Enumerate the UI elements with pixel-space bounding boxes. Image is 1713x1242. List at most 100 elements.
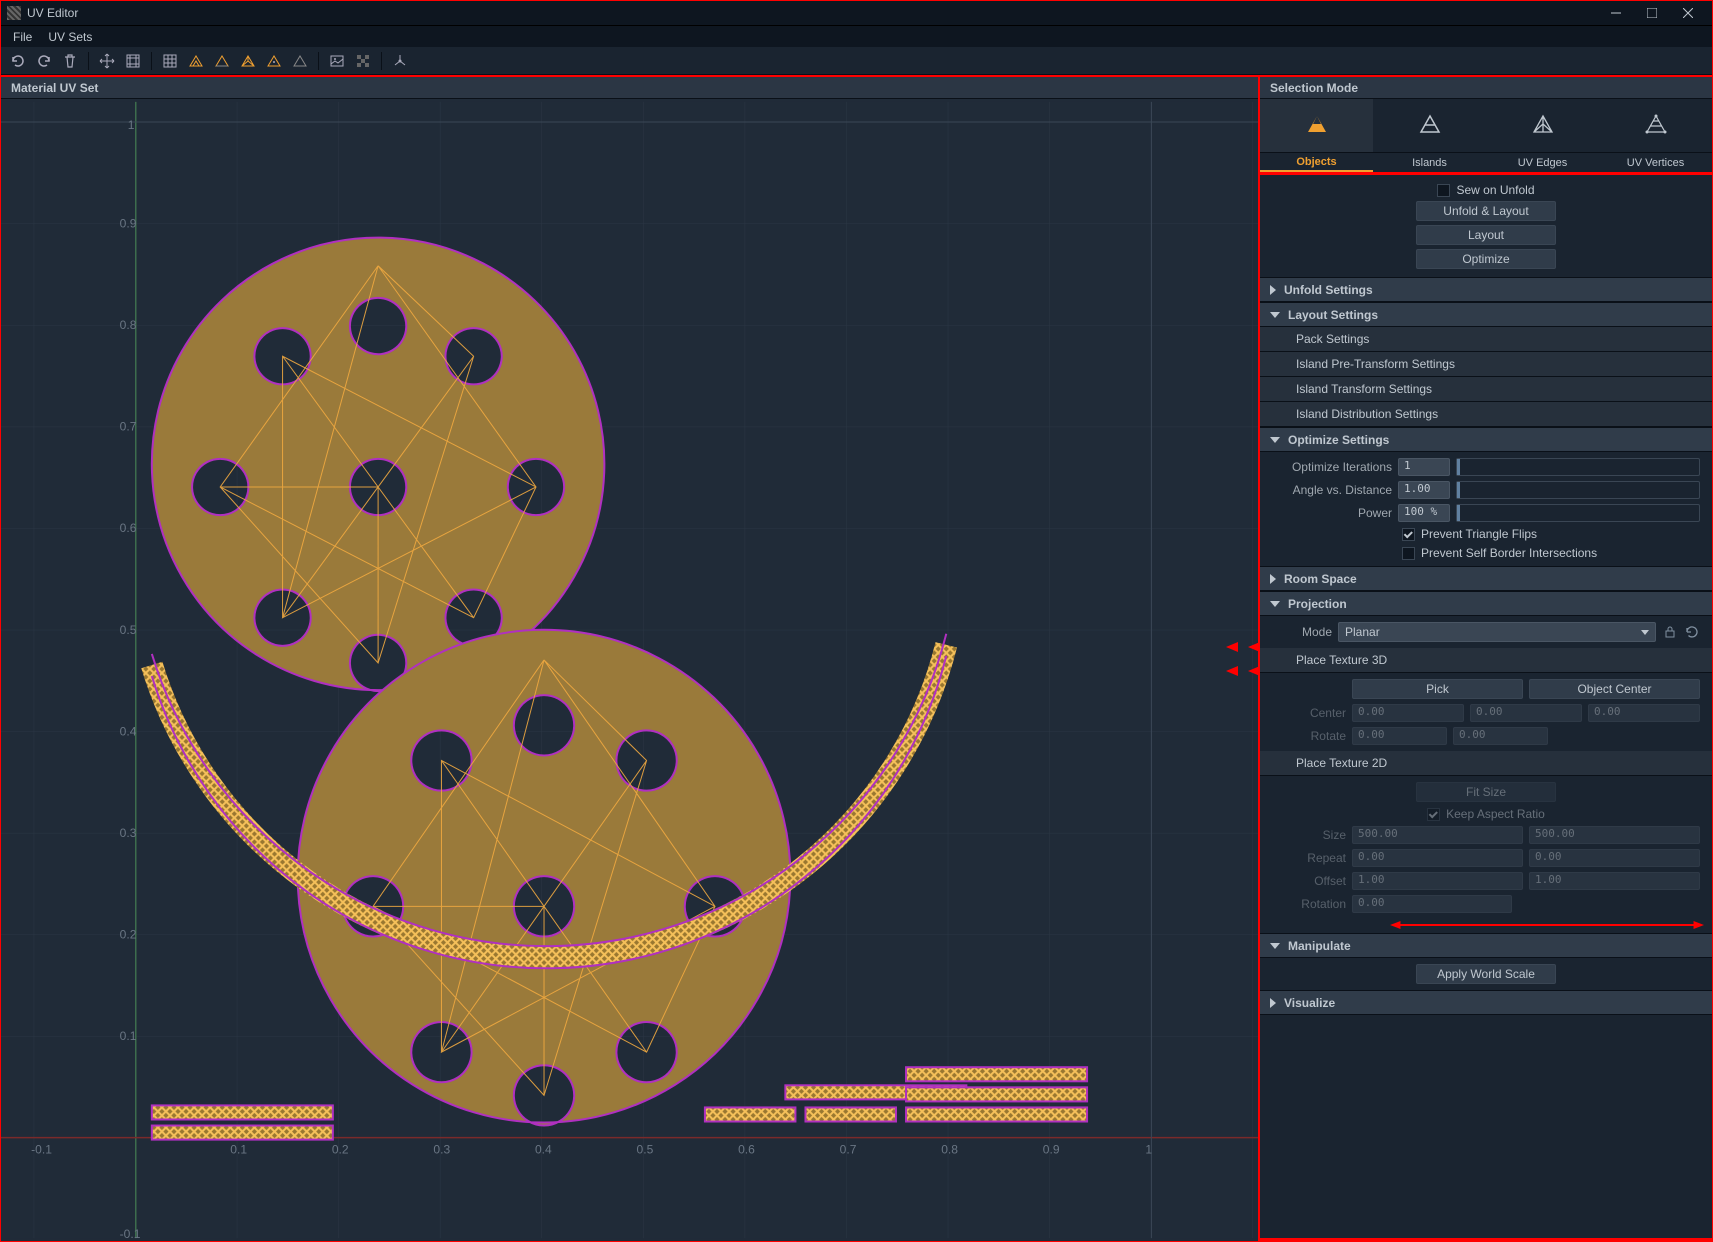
offset-label: Offset	[1272, 874, 1346, 888]
frame-tool[interactable]	[122, 50, 144, 72]
keep-aspect-checkbox[interactable]	[1427, 808, 1440, 821]
svg-text:0.5: 0.5	[120, 623, 137, 637]
power-label: Power	[1272, 506, 1392, 520]
repeat-y-input[interactable]: 0.00	[1529, 849, 1700, 867]
reset-icon[interactable]	[1684, 624, 1700, 640]
offset-y-input[interactable]: 1.00	[1529, 872, 1700, 890]
annotation-arrow	[1390, 919, 1704, 929]
projection-header[interactable]: Projection	[1260, 591, 1712, 616]
svg-text:1: 1	[1145, 1143, 1152, 1157]
divider-handles[interactable]	[1220, 640, 1262, 678]
sew-on-unfold-checkbox[interactable]	[1437, 184, 1450, 197]
side-header: Selection Mode	[1260, 77, 1712, 99]
rotate-x-input[interactable]: 0.00	[1352, 727, 1447, 745]
tri-tool-4[interactable]	[263, 50, 285, 72]
tab-objects[interactable]: Objects	[1260, 153, 1373, 172]
prevent-flips-label: Prevent Triangle Flips	[1421, 527, 1537, 541]
mode-objects-icon[interactable]	[1260, 99, 1373, 152]
layout-settings-header[interactable]: Layout Settings	[1260, 302, 1712, 327]
unfold-layout-button[interactable]: Unfold & Layout	[1416, 201, 1556, 221]
repeat-x-input[interactable]: 0.00	[1352, 849, 1523, 867]
svg-text:-0.1: -0.1	[31, 1143, 52, 1157]
redo-button[interactable]	[33, 50, 55, 72]
menu-uvsets[interactable]: UV Sets	[40, 26, 100, 48]
prevent-borders-checkbox[interactable]	[1402, 547, 1415, 560]
visualize-header[interactable]: Visualize	[1260, 990, 1712, 1015]
size-y-input[interactable]: 500.00	[1529, 826, 1700, 844]
prevent-borders-label: Prevent Self Border Intersections	[1421, 546, 1597, 560]
svg-text:0.2: 0.2	[120, 927, 137, 941]
tab-islands[interactable]: Islands	[1373, 153, 1486, 172]
center-x-input[interactable]: 0.00	[1352, 704, 1464, 722]
minimize-button[interactable]	[1598, 1, 1634, 25]
trash-button[interactable]	[59, 50, 81, 72]
center-label: Center	[1272, 706, 1346, 720]
svg-text:0.1: 0.1	[230, 1143, 247, 1157]
move-tool[interactable]	[96, 50, 118, 72]
manipulate-header[interactable]: Manipulate	[1260, 933, 1712, 958]
toolbar	[1, 47, 1712, 75]
undo-button[interactable]	[7, 50, 29, 72]
rotation2d-input[interactable]: 0.00	[1352, 895, 1512, 913]
angle-distance-label: Angle vs. Distance	[1272, 483, 1392, 497]
prevent-flips-checkbox[interactable]	[1402, 528, 1415, 541]
tri-tool-1[interactable]	[185, 50, 207, 72]
optimize-iterations-input[interactable]: 1	[1398, 458, 1450, 476]
optimize-settings-header[interactable]: Optimize Settings	[1260, 427, 1712, 452]
layout-button[interactable]: Layout	[1416, 225, 1556, 245]
projection-mode-dropdown[interactable]: Planar	[1338, 622, 1656, 642]
svg-text:0.9: 0.9	[120, 217, 137, 231]
mode-islands-icon[interactable]	[1373, 99, 1486, 152]
maximize-button[interactable]	[1634, 1, 1670, 25]
angle-distance-slider[interactable]	[1456, 481, 1700, 499]
pick-button[interactable]: Pick	[1352, 679, 1523, 699]
svg-text:0.7: 0.7	[840, 1143, 857, 1157]
mode-edges-icon[interactable]	[1486, 99, 1599, 152]
image-tool[interactable]	[326, 50, 348, 72]
viewport-header: Material UV Set	[1, 77, 1258, 99]
close-button[interactable]	[1670, 1, 1706, 25]
tab-uv-vertices[interactable]: UV Vertices	[1599, 153, 1712, 172]
size-x-input[interactable]: 500.00	[1352, 826, 1523, 844]
optimize-button[interactable]: Optimize	[1416, 249, 1556, 269]
tri-tool-3[interactable]	[237, 50, 259, 72]
axis-tool[interactable]	[389, 50, 411, 72]
lock-icon[interactable]	[1662, 624, 1678, 640]
fit-size-button[interactable]: Fit Size	[1416, 782, 1556, 802]
grid-tool[interactable]	[159, 50, 181, 72]
pack-settings-header[interactable]: Pack Settings	[1260, 327, 1712, 352]
place-texture-3d-header[interactable]: Place Texture 3D	[1260, 648, 1712, 673]
island-transform-header[interactable]: Island Transform Settings	[1260, 377, 1712, 402]
svg-text:0.1: 0.1	[120, 1029, 137, 1043]
room-space-header[interactable]: Room Space	[1260, 566, 1712, 591]
power-input[interactable]: 100 %	[1398, 504, 1450, 522]
rotate-y-input[interactable]: 0.00	[1453, 727, 1548, 745]
size-label: Size	[1272, 828, 1346, 842]
object-center-button[interactable]: Object Center	[1529, 679, 1700, 699]
menubar: File UV Sets	[1, 25, 1712, 47]
rotation2d-label: Rotation	[1272, 897, 1346, 911]
tab-uv-edges[interactable]: UV Edges	[1486, 153, 1599, 172]
tri-tool-5[interactable]	[289, 50, 311, 72]
island-distribution-header[interactable]: Island Distribution Settings	[1260, 402, 1712, 427]
power-slider[interactable]	[1456, 504, 1700, 522]
rotate3d-label: Rotate	[1272, 729, 1346, 743]
island-pre-transform-header[interactable]: Island Pre-Transform Settings	[1260, 352, 1712, 377]
optimize-iterations-slider[interactable]	[1456, 458, 1700, 476]
center-y-input[interactable]: 0.00	[1470, 704, 1582, 722]
tri-tool-2[interactable]	[211, 50, 233, 72]
apply-world-scale-button[interactable]: Apply World Scale	[1416, 964, 1556, 984]
place-texture-2d-header[interactable]: Place Texture 2D	[1260, 751, 1712, 776]
offset-x-input[interactable]: 1.00	[1352, 872, 1523, 890]
svg-text:0.3: 0.3	[433, 1143, 450, 1157]
mode-verts-icon[interactable]	[1599, 99, 1712, 152]
selection-mode-tabs: Objects Islands UV Edges UV Vertices	[1260, 153, 1712, 175]
center-z-input[interactable]: 0.00	[1588, 704, 1700, 722]
projection-mode-label: Mode	[1272, 625, 1332, 639]
checker-tool[interactable]	[352, 50, 374, 72]
unfold-settings-header[interactable]: Unfold Settings	[1260, 277, 1712, 302]
keep-aspect-label: Keep Aspect Ratio	[1446, 807, 1545, 821]
uv-viewport[interactable]: -0.1 0.1 0.2 0.3 0.4 0.5 0.6 0.7 0.8 0.9…	[1, 99, 1258, 1241]
angle-distance-input[interactable]: 1.00	[1398, 481, 1450, 499]
menu-file[interactable]: File	[5, 26, 40, 48]
